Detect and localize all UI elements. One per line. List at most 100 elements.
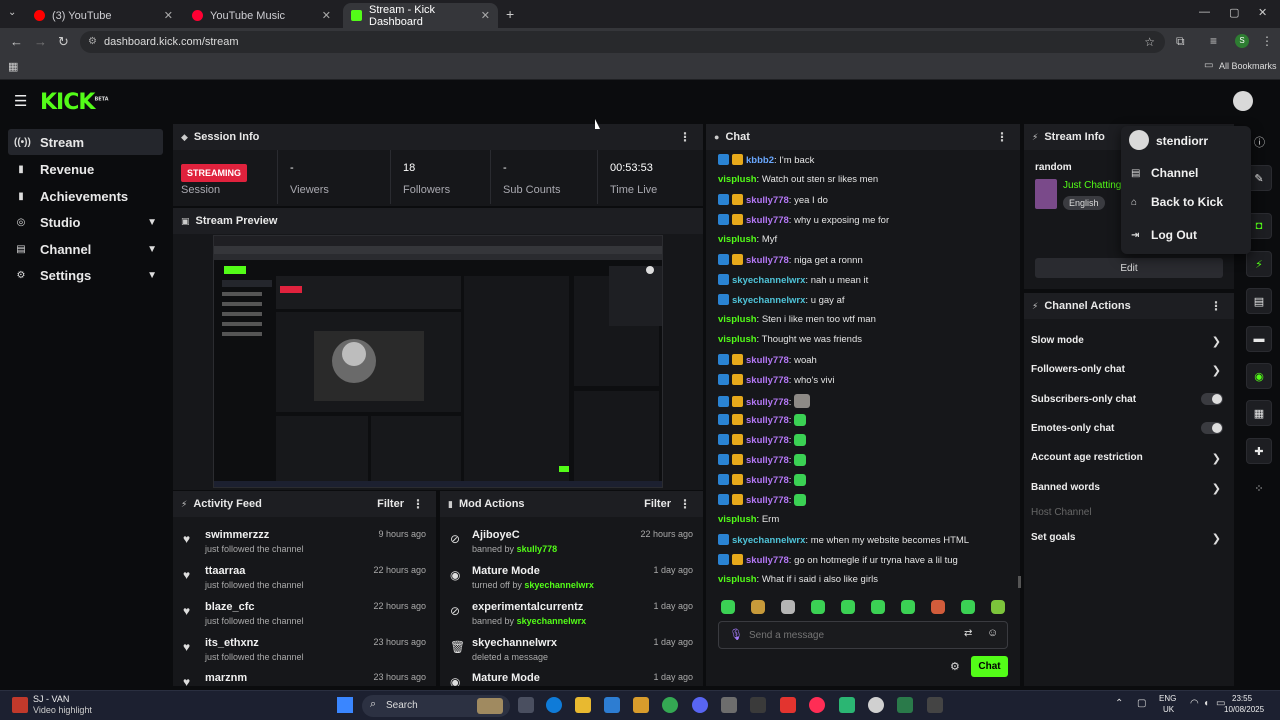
raid-icon[interactable]: ⚡ — [1246, 251, 1272, 277]
emote-icon[interactable] — [901, 600, 915, 614]
chat-message[interactable]: skully778: woah — [718, 354, 817, 366]
chat-username[interactable]: visplush — [718, 314, 757, 325]
emotes-only-toggle[interactable] — [1201, 422, 1223, 434]
chat-username[interactable]: skully778 — [746, 435, 789, 446]
tray-expand-icon[interactable]: ⌃ — [1115, 698, 1123, 709]
tab-kick-dashboard[interactable]: Stream - Kick Dashboard ✕ — [343, 3, 498, 28]
chat-message[interactable]: visplush: What if i said i also like gir… — [718, 574, 878, 585]
hamburger-menu-icon[interactable]: ☰ — [14, 92, 27, 110]
close-icon[interactable]: ✕ — [322, 9, 331, 22]
bookmark-star-icon[interactable]: ☆ — [1144, 31, 1155, 53]
chat-username[interactable]: skully778 — [746, 495, 789, 506]
store-icon[interactable] — [604, 697, 620, 713]
emote-icon[interactable] — [781, 600, 795, 614]
window-close-icon[interactable]: ✕ — [1258, 6, 1267, 19]
sidebar-item-revenue[interactable]: ▮ Revenue — [8, 156, 163, 182]
list-item[interactable]: ♥ marznm 23 hours ago — [173, 670, 436, 686]
chat-username[interactable]: skully778 — [746, 397, 789, 408]
chat-message[interactable]: visplush: Thought we was friends — [718, 334, 862, 345]
tab-search-icon[interactable]: ⌄ — [8, 7, 16, 18]
emote-icon[interactable] — [961, 600, 975, 614]
forward-icon[interactable]: → — [34, 34, 47, 49]
chat-username[interactable]: skully778 — [746, 255, 789, 266]
task-view-icon[interactable] — [518, 697, 534, 713]
emote-icon[interactable] — [811, 600, 825, 614]
emote-icon[interactable] — [931, 600, 945, 614]
chat-message[interactable]: skully778: — [718, 394, 811, 408]
chat-message[interactable]: skyechannelwrx: me when my website becom… — [718, 534, 969, 546]
chat-message[interactable]: skully778: — [718, 434, 807, 446]
media-control-icon[interactable]: ≡ — [1210, 34, 1217, 48]
wrench-icon[interactable]: ✚ — [1246, 438, 1272, 464]
keyboard-layout[interactable]: UK — [1163, 705, 1174, 714]
taskbar-search[interactable]: ⌕ Search — [362, 695, 510, 717]
chat-username[interactable]: skyechannelwrx — [732, 535, 805, 546]
reload-icon[interactable]: ↻ — [58, 34, 69, 50]
sidebar-item-settings[interactable]: ⚙ Settings ▼ — [8, 262, 163, 288]
chat-username[interactable]: visplush — [718, 234, 757, 245]
chat-username[interactable]: visplush — [718, 514, 757, 525]
chat-message[interactable]: visplush: Erm — [718, 514, 779, 525]
chat-message[interactable]: skully778: niga get a ronnn — [718, 254, 863, 266]
list-item[interactable]: ♥ ttaarraa just followed the channel 22 … — [173, 563, 436, 599]
chat-username[interactable]: skully778 — [746, 455, 789, 466]
tray-app-icon[interactable]: ▢ — [1137, 698, 1146, 709]
chat-message[interactable]: visplush: Sten i like men too wtf man — [718, 314, 876, 325]
chat-message[interactable]: skully778: go on hotmegle if ur tryna ha… — [718, 554, 958, 566]
list-item[interactable]: ◉ Mature Mode turned off by skyechannelw… — [440, 563, 703, 599]
chat-message[interactable]: skyechannelwrx: u gay af — [718, 294, 845, 306]
list-item[interactable]: ♥ its_ethxnz just followed the channel 2… — [173, 635, 436, 671]
set-goals-row[interactable]: Set goals ❯ — [1031, 532, 1227, 545]
weather-sub[interactable]: Video highlight — [33, 705, 92, 715]
obs-icon[interactable] — [868, 697, 884, 713]
apps-grid-icon[interactable]: ▦ — [8, 60, 18, 73]
maximize-icon[interactable]: ▢ — [1229, 6, 1239, 19]
language-code[interactable]: ENG — [1159, 694, 1176, 703]
subscribers-only-toggle[interactable] — [1201, 393, 1223, 405]
weather-title[interactable]: SJ - VAN — [33, 694, 69, 704]
menu-item-back-to-kick[interactable]: ⌂ Back to Kick — [1131, 195, 1223, 209]
filter-button[interactable]: Filter — [377, 498, 404, 510]
chat-username[interactable]: skyechannelwrx — [732, 275, 805, 286]
audio-app-icon[interactable] — [927, 697, 943, 713]
site-info-icon[interactable]: ⚙ — [88, 31, 97, 53]
layout-icon[interactable]: ▦ — [1246, 400, 1272, 426]
emoji-icon[interactable]: ☺ — [987, 627, 998, 639]
followers-only-row[interactable]: Followers-only chat ❯ — [1031, 364, 1227, 377]
app-icon[interactable] — [780, 697, 796, 713]
info-icon[interactable]: ⓘ — [1254, 134, 1265, 150]
chat-username[interactable]: visplush — [718, 174, 757, 185]
chat-username[interactable]: skyechannelwrx — [732, 295, 805, 306]
chat-username[interactable]: visplush — [718, 334, 757, 345]
emote-icon[interactable] — [721, 600, 735, 614]
browser-menu-icon[interactable]: ⋮ — [1261, 34, 1273, 48]
clock-time[interactable]: 23:55 — [1232, 694, 1252, 703]
sidebar-item-achievements[interactable]: ▮ Achievements — [8, 183, 163, 209]
profile-avatar[interactable]: S — [1235, 34, 1249, 48]
wifi-icon[interactable]: ◠ — [1190, 698, 1199, 709]
minimize-icon[interactable]: — — [1199, 6, 1210, 18]
chat-username[interactable]: skully778 — [746, 195, 789, 206]
chat-username[interactable]: visplush — [718, 574, 757, 585]
banned-words-row[interactable]: Banned words ❯ — [1031, 482, 1227, 495]
stream-preview-video[interactable] — [213, 235, 663, 488]
chat-message[interactable]: visplush: Myf — [718, 234, 777, 245]
chat-message[interactable]: skully778: — [718, 414, 807, 426]
chat-message[interactable]: skully778: — [718, 494, 807, 506]
list-item[interactable]: ◉ Mature Mode 1 day ago — [440, 670, 703, 686]
emote-icon[interactable] — [841, 600, 855, 614]
chat-username[interactable]: skully778 — [746, 415, 789, 426]
menu-item-log-out[interactable]: ⇥ Log Out — [1131, 228, 1197, 242]
chat-username[interactable]: skully778 — [746, 475, 789, 486]
list-item[interactable]: ♥ blaze_cfc just followed the channel 22… — [173, 599, 436, 635]
app-icon[interactable] — [721, 697, 737, 713]
chat-scrollbar[interactable] — [1018, 576, 1021, 588]
chat-input-box[interactable]: 🎙 ⇄ ☺ — [718, 621, 1008, 649]
edit-stream-info-button[interactable]: Edit — [1035, 258, 1223, 278]
send-chat-button[interactable]: Chat — [971, 656, 1008, 677]
list-item[interactable]: 🗑 skyechannelwrx deleted a message 1 day… — [440, 635, 703, 671]
translate-icon[interactable]: ⇄ — [964, 628, 972, 639]
microphone-icon[interactable]: 🎙 — [729, 628, 743, 641]
chat-message[interactable]: kbbb2: I'm back — [718, 154, 814, 166]
kebab-menu-icon[interactable]: ⋮ — [1210, 299, 1222, 313]
